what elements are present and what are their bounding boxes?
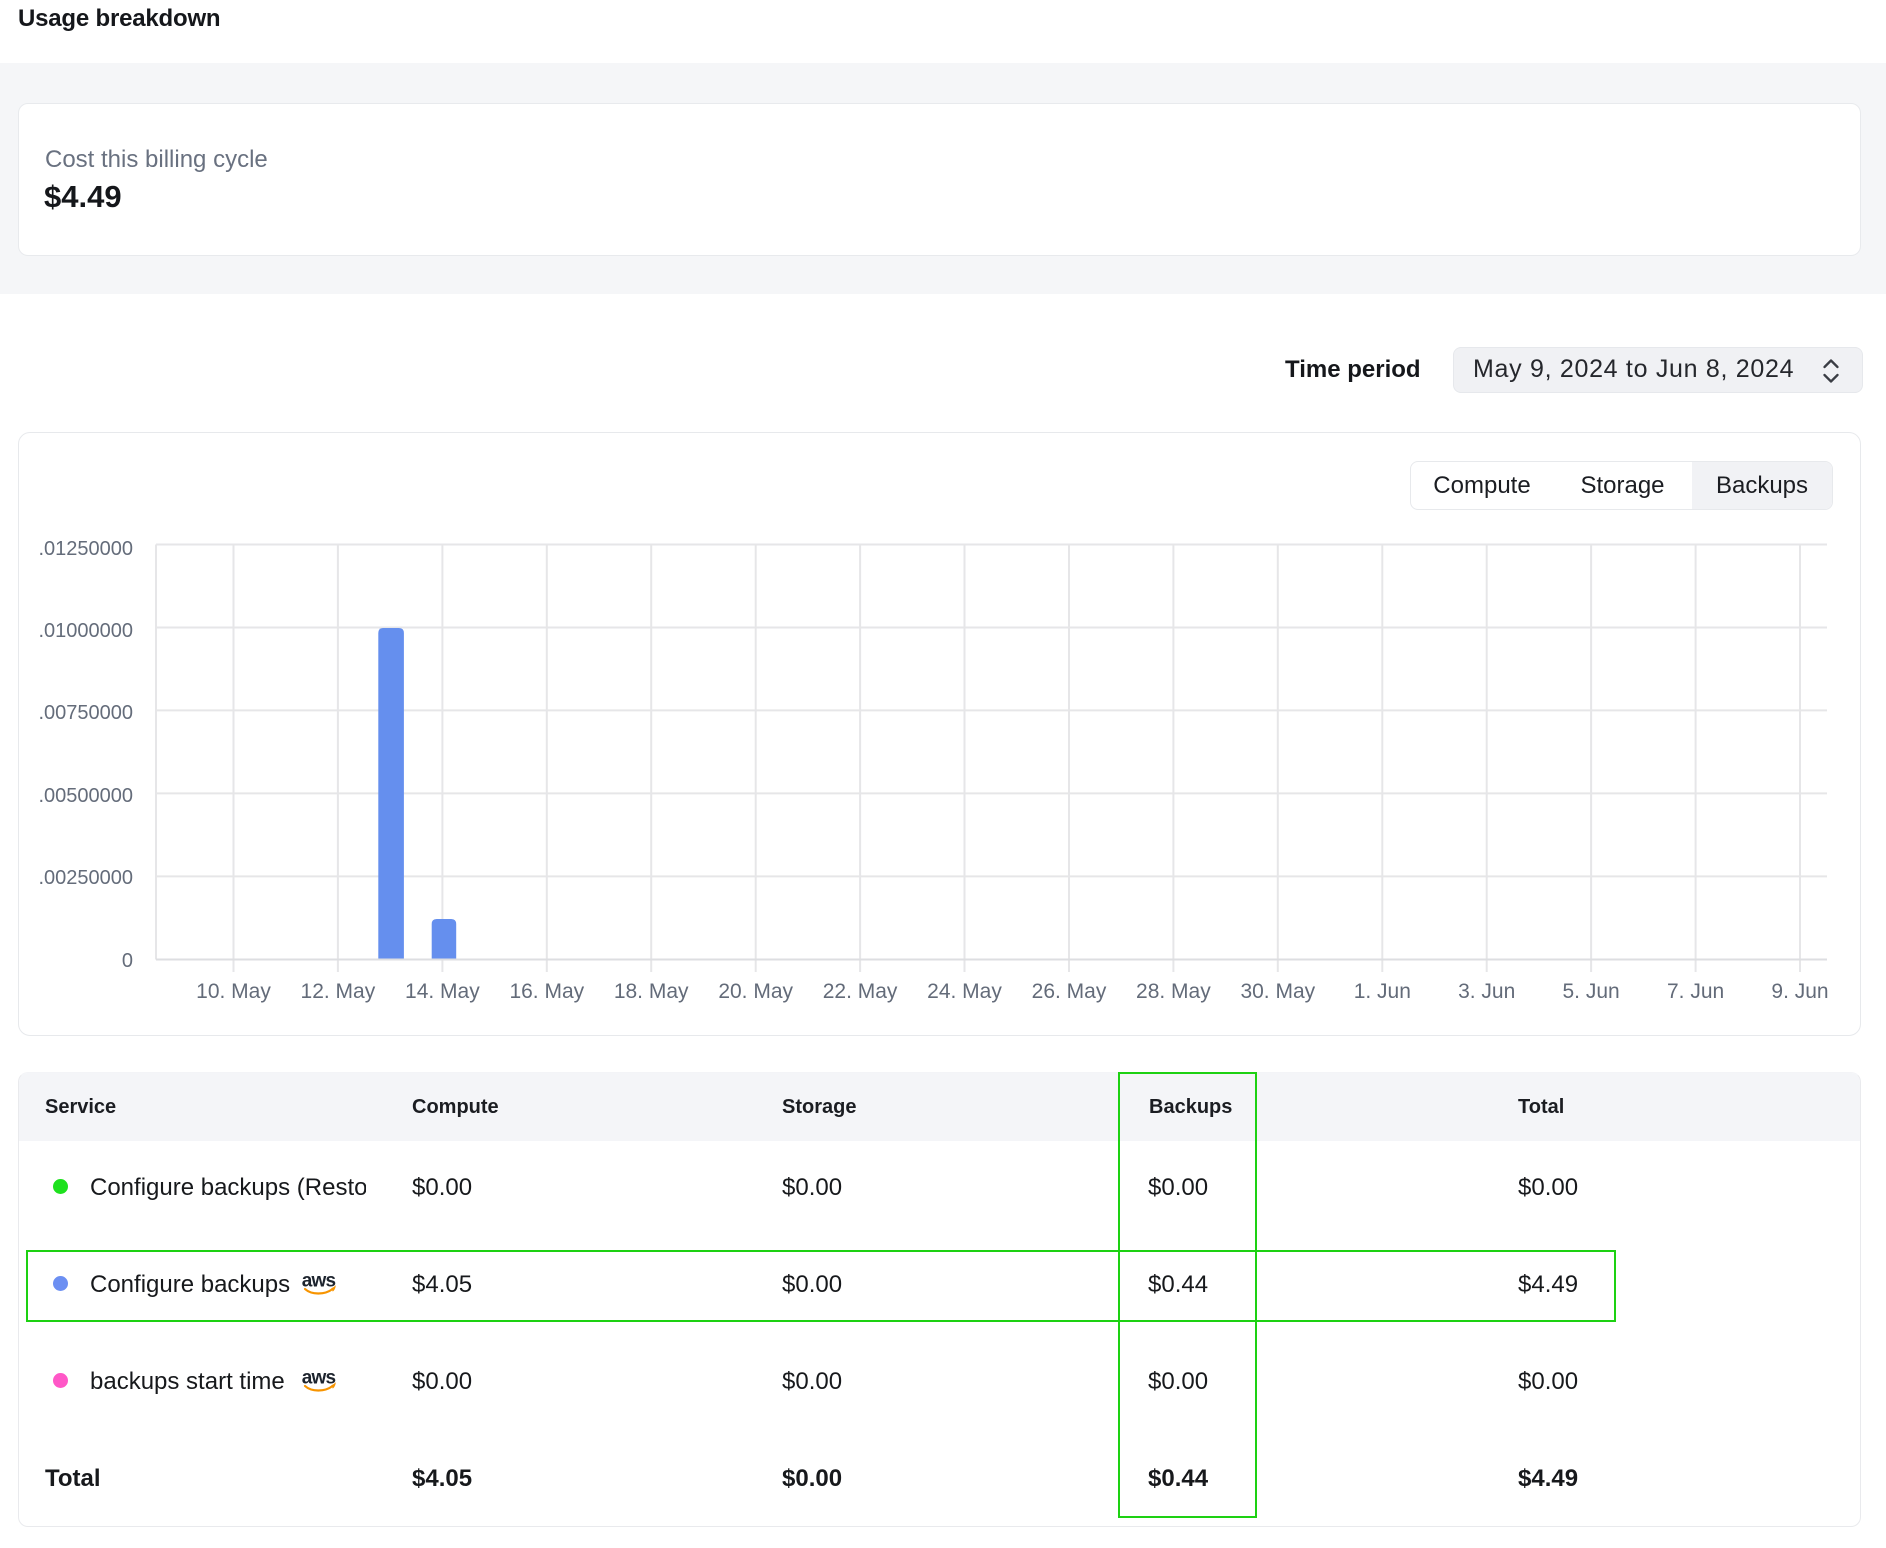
svg-text:aws: aws [302, 1369, 336, 1389]
